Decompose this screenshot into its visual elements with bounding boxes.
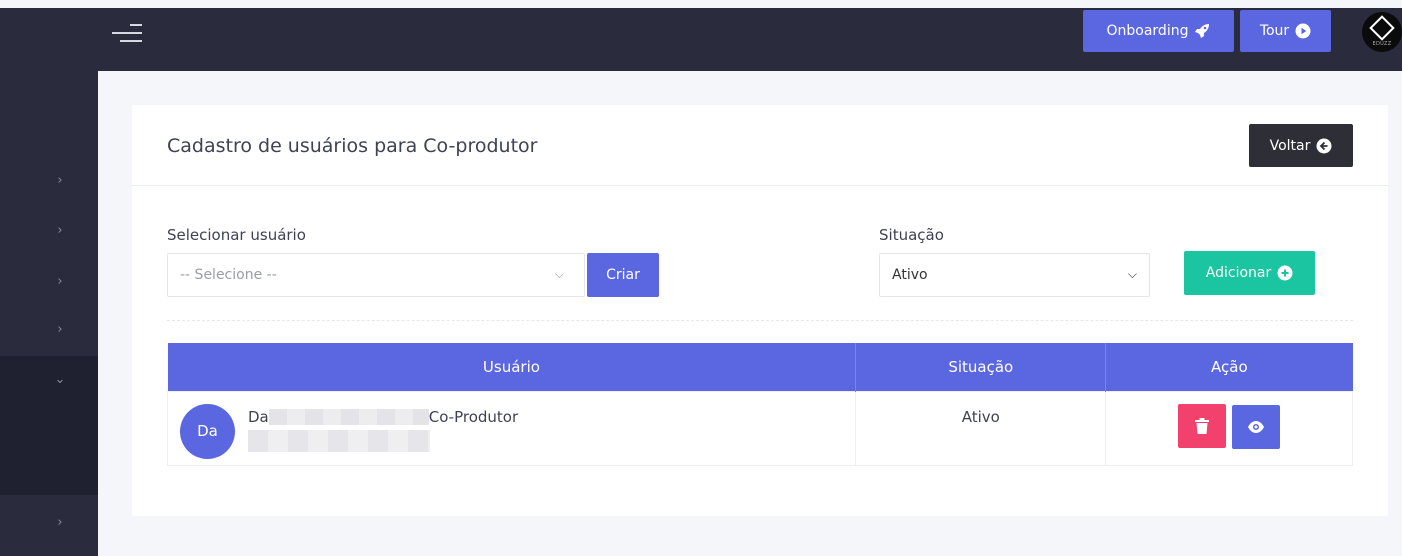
column-header-action: Ação bbox=[1105, 343, 1353, 391]
sidebar-chevron-right-icon[interactable]: › bbox=[50, 512, 70, 532]
user-name-suffix: Co-Produtor bbox=[428, 407, 519, 426]
user-select-value: -- Selecione -- bbox=[180, 267, 277, 283]
column-header-user: Usuário bbox=[167, 343, 857, 391]
column-header-status: Situação bbox=[855, 343, 1107, 391]
sidebar-chevron-right-icon[interactable]: › bbox=[50, 170, 70, 190]
table-header-row: Usuário Situação Ação bbox=[167, 343, 1353, 391]
play-circle-icon bbox=[1295, 23, 1311, 39]
user-select[interactable]: -- Selecione -- ⌵ bbox=[167, 253, 585, 297]
divider bbox=[167, 320, 1353, 321]
chevron-down-icon: ⌵ bbox=[1127, 267, 1137, 281]
users-table: Usuário Situação Ação Da Da Co-Produtor … bbox=[166, 343, 1353, 466]
logo-mark-icon bbox=[1369, 15, 1395, 41]
back-button[interactable]: Voltar bbox=[1249, 124, 1353, 167]
onboarding-label: Onboarding bbox=[1106, 23, 1189, 39]
create-user-button[interactable]: Criar bbox=[587, 253, 659, 297]
plus-circle-icon bbox=[1277, 265, 1293, 281]
add-button[interactable]: Adicionar bbox=[1184, 251, 1315, 295]
view-button[interactable] bbox=[1232, 404, 1281, 449]
redacted-name bbox=[268, 408, 429, 425]
menu-toggle-icon[interactable] bbox=[108, 20, 142, 50]
status-cell: Ativo bbox=[855, 390, 1107, 466]
avatar: Da bbox=[180, 403, 235, 459]
trash-icon bbox=[1194, 417, 1209, 434]
status-select-value: Ativo bbox=[892, 267, 928, 283]
sidebar: › › › › ⌄ › bbox=[0, 71, 98, 556]
top-bar: Onboarding Tour EDUZZ bbox=[0, 8, 1402, 71]
tour-label: Tour bbox=[1259, 23, 1290, 39]
status-label: Situação bbox=[879, 226, 944, 244]
sidebar-active-section bbox=[0, 356, 98, 495]
chevron-down-icon: ⌵ bbox=[554, 267, 564, 281]
sidebar-chevron-right-icon[interactable]: › bbox=[50, 319, 70, 339]
sidebar-chevron-right-icon[interactable]: › bbox=[50, 220, 70, 240]
onboarding-button[interactable]: Onboarding bbox=[1083, 10, 1234, 52]
user-name: Da Co-Produtor bbox=[248, 408, 518, 426]
page-title: Cadastro de usuários para Co-produtor bbox=[167, 135, 538, 157]
eye-icon bbox=[1248, 420, 1265, 433]
tour-button[interactable]: Tour bbox=[1240, 10, 1331, 52]
redacted-email bbox=[248, 429, 430, 452]
main-card: Cadastro de usuários para Co-produtor Vo… bbox=[132, 105, 1388, 516]
select-user-label: Selecionar usuário bbox=[167, 226, 306, 244]
add-label: Adicionar bbox=[1205, 265, 1272, 281]
table-row: Da Da Co-Produtor Ativo bbox=[166, 390, 1353, 466]
status-select[interactable]: Ativo ⌵ bbox=[879, 253, 1150, 297]
delete-button[interactable] bbox=[1177, 403, 1226, 448]
arrow-left-circle-icon bbox=[1316, 138, 1332, 153]
back-label: Voltar bbox=[1269, 137, 1311, 154]
logo-text: EDUZZ bbox=[1372, 41, 1392, 47]
sidebar-chevron-down-icon[interactable]: ⌄ bbox=[50, 369, 70, 389]
user-cell: Da Da Co-Produtor bbox=[166, 390, 857, 466]
action-cell bbox=[1105, 390, 1353, 466]
brand-logo[interactable]: EDUZZ bbox=[1362, 12, 1402, 52]
card-header: Cadastro de usuários para Co-produtor Vo… bbox=[132, 105, 1388, 186]
sidebar-chevron-right-icon[interactable]: › bbox=[50, 271, 70, 291]
rocket-icon bbox=[1195, 24, 1210, 38]
user-name-prefix: Da bbox=[248, 407, 269, 426]
